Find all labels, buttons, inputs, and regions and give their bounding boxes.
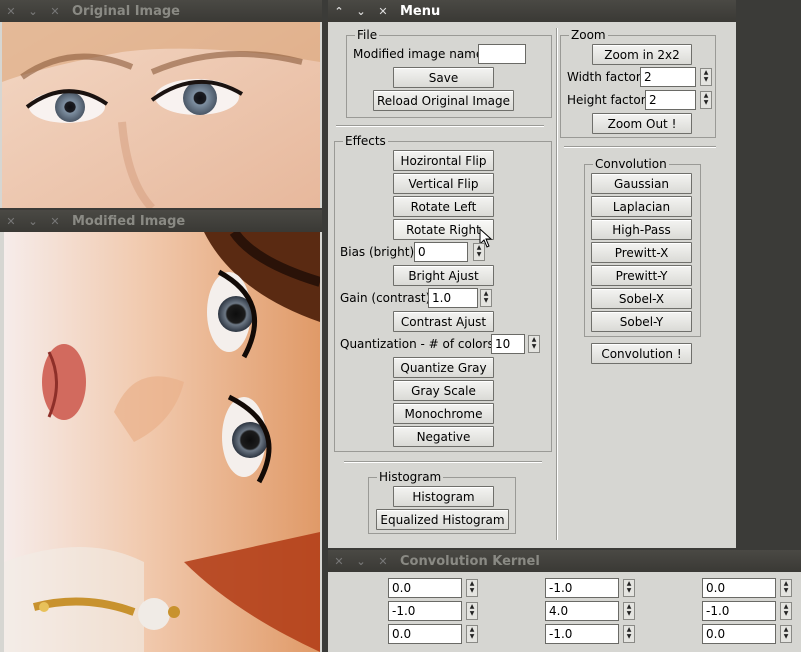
monochrome-button[interactable]: Monochrome xyxy=(393,403,494,424)
kernel-spinner[interactable]: ▲ ▼ xyxy=(780,625,792,643)
convolution-legend: Convolution xyxy=(595,157,667,171)
histogram-legend: Histogram xyxy=(379,470,442,484)
convolution-kernel-window: ✕ ⌄ ✕ Convolution Kernel 0.0 ▲ ▼ -1.0 ▲ ▼ … xyxy=(328,550,801,652)
width-factor-input[interactable]: 2 xyxy=(640,67,696,87)
kernel-cell[interactable]: -1.0 xyxy=(702,601,776,621)
bias-label: Bias (bright): xyxy=(340,245,419,259)
apply-convolution-button[interactable]: Convolution ! xyxy=(591,343,692,364)
save-button[interactable]: Save xyxy=(393,67,494,88)
close-icon[interactable]: ✕ xyxy=(328,550,350,572)
zoom-in-button[interactable]: Zoom in 2x2 xyxy=(592,44,692,65)
sobel-y-button[interactable]: Sobel-Y xyxy=(591,311,692,332)
divider xyxy=(344,461,542,463)
chevron-down-icon[interactable]: ⌄ xyxy=(22,0,44,22)
quantize-gray-button[interactable]: Quantize Gray xyxy=(393,357,494,378)
gaussian-button[interactable]: Gaussian xyxy=(591,173,692,194)
file-legend: File xyxy=(357,28,378,42)
kernel-cell[interactable]: 0.0 xyxy=(702,578,776,598)
height-factor-input[interactable]: 2 xyxy=(645,90,696,110)
laplacian-button[interactable]: Laplacian xyxy=(591,196,692,217)
reload-original-image-button[interactable]: Reload Original Image xyxy=(373,90,514,111)
kernel-cell[interactable]: 0.0 xyxy=(388,578,462,598)
modified-image-name-label: Modified image name: xyxy=(353,47,488,61)
rotate-left-button[interactable]: Rotate Left xyxy=(393,196,494,217)
kernel-spinner[interactable]: ▲ ▼ xyxy=(780,602,792,620)
width-factor-label: Width factor: xyxy=(567,70,645,84)
kernel-spinner[interactable]: ▲ ▼ xyxy=(780,579,792,597)
bias-spinner[interactable]: ▲ ▼ xyxy=(473,243,485,261)
gain-spinner[interactable]: ▲ ▼ xyxy=(480,289,492,307)
zoom-legend: Zoom xyxy=(571,28,606,42)
window-title: Menu xyxy=(400,3,441,19)
chevron-down-icon[interactable]: ⌄ xyxy=(350,550,372,572)
quantization-label: Quantization - # of colors: xyxy=(340,337,498,351)
window-title: Convolution Kernel xyxy=(400,553,540,569)
contrast-adjust-button[interactable]: Contrast Ajust xyxy=(393,311,494,332)
bright-adjust-button[interactable]: Bright Ajust xyxy=(393,265,494,286)
chevron-up-icon[interactable]: ✕ xyxy=(44,210,66,232)
close-icon[interactable]: ✕ xyxy=(0,0,22,22)
original-image-titlebar[interactable]: ✕ ⌄ ✕ Original Image xyxy=(0,0,322,22)
kernel-cell[interactable]: 0.0 xyxy=(388,624,462,644)
sobel-x-button[interactable]: Sobel-X xyxy=(591,288,692,309)
chevron-up-icon[interactable]: ✕ xyxy=(372,550,394,572)
gain-input[interactable]: 1.0 xyxy=(428,288,478,308)
gray-scale-button[interactable]: Gray Scale xyxy=(393,380,494,401)
prewitt-x-button[interactable]: Prewitt-X xyxy=(591,242,692,263)
column-divider xyxy=(556,28,558,540)
zoom-out-button[interactable]: Zoom Out ! xyxy=(592,113,692,134)
equalized-histogram-button[interactable]: Equalized Histogram xyxy=(376,509,509,530)
kernel-cell[interactable]: 0.0 xyxy=(702,624,776,644)
prewitt-y-button[interactable]: Prewitt-Y xyxy=(591,265,692,286)
kernel-cell[interactable]: -1.0 xyxy=(545,578,619,598)
divider xyxy=(336,125,544,127)
kernel-cell[interactable]: -1.0 xyxy=(388,601,462,621)
chevron-up-icon[interactable]: ✕ xyxy=(44,0,66,22)
modified-image-window: ✕ ⌄ ✕ Modified Image xyxy=(0,210,322,652)
histogram-button[interactable]: Histogram xyxy=(393,486,494,507)
bias-input[interactable]: 0 xyxy=(414,242,468,262)
kernel-spinner[interactable]: ▲ ▼ xyxy=(466,602,478,620)
kernel-cell[interactable]: 4.0 xyxy=(545,601,619,621)
close-icon[interactable]: ✕ xyxy=(0,210,22,232)
horizontal-flip-button[interactable]: Hozirontal Flip xyxy=(393,150,494,171)
height-factor-spinner[interactable]: ▲ ▼ xyxy=(700,91,712,109)
kernel-cell[interactable]: -1.0 xyxy=(545,624,619,644)
negative-button[interactable]: Negative xyxy=(393,426,494,447)
height-factor-label: Height factor: xyxy=(567,93,650,107)
kernel-titlebar[interactable]: ✕ ⌄ ✕ Convolution Kernel xyxy=(328,550,801,572)
kernel-spinner[interactable]: ▲ ▼ xyxy=(466,579,478,597)
kernel-spinner[interactable]: ▲ ▼ xyxy=(623,625,635,643)
gain-label: Gain (contrast): xyxy=(340,291,435,305)
vertical-flip-button[interactable]: Vertical Flip xyxy=(393,173,494,194)
modified-image-name-input[interactable] xyxy=(478,44,526,64)
divider xyxy=(564,146,716,148)
quantization-input[interactable]: 10 xyxy=(491,334,525,354)
quantization-spinner[interactable]: ▲ ▼ xyxy=(528,335,540,353)
chevron-up-icon[interactable]: ⌃ xyxy=(328,0,350,22)
width-factor-spinner[interactable]: ▲ ▼ xyxy=(700,68,712,86)
close-icon[interactable]: ✕ xyxy=(372,0,394,22)
modified-image-titlebar[interactable]: ✕ ⌄ ✕ Modified Image xyxy=(0,210,322,232)
original-image-window: ✕ ⌄ ✕ Original Image xyxy=(0,0,322,208)
kernel-spinner[interactable]: ▲ ▼ xyxy=(623,602,635,620)
original-image xyxy=(2,22,320,208)
chevron-down-icon[interactable]: ⌄ xyxy=(22,210,44,232)
menu-window: ⌃ ⌄ ✕ Menu File Modified image name: Sav… xyxy=(328,0,736,548)
effects-legend: Effects xyxy=(345,134,386,148)
modified-image xyxy=(4,232,320,652)
menu-titlebar[interactable]: ⌃ ⌄ ✕ Menu xyxy=(328,0,736,22)
kernel-spinner[interactable]: ▲ ▼ xyxy=(623,579,635,597)
window-title: Original Image xyxy=(72,3,180,19)
chevron-down-icon[interactable]: ⌄ xyxy=(350,0,372,22)
window-title: Modified Image xyxy=(72,213,186,229)
high-pass-button[interactable]: High-Pass xyxy=(591,219,692,240)
kernel-spinner[interactable]: ▲ ▼ xyxy=(466,625,478,643)
